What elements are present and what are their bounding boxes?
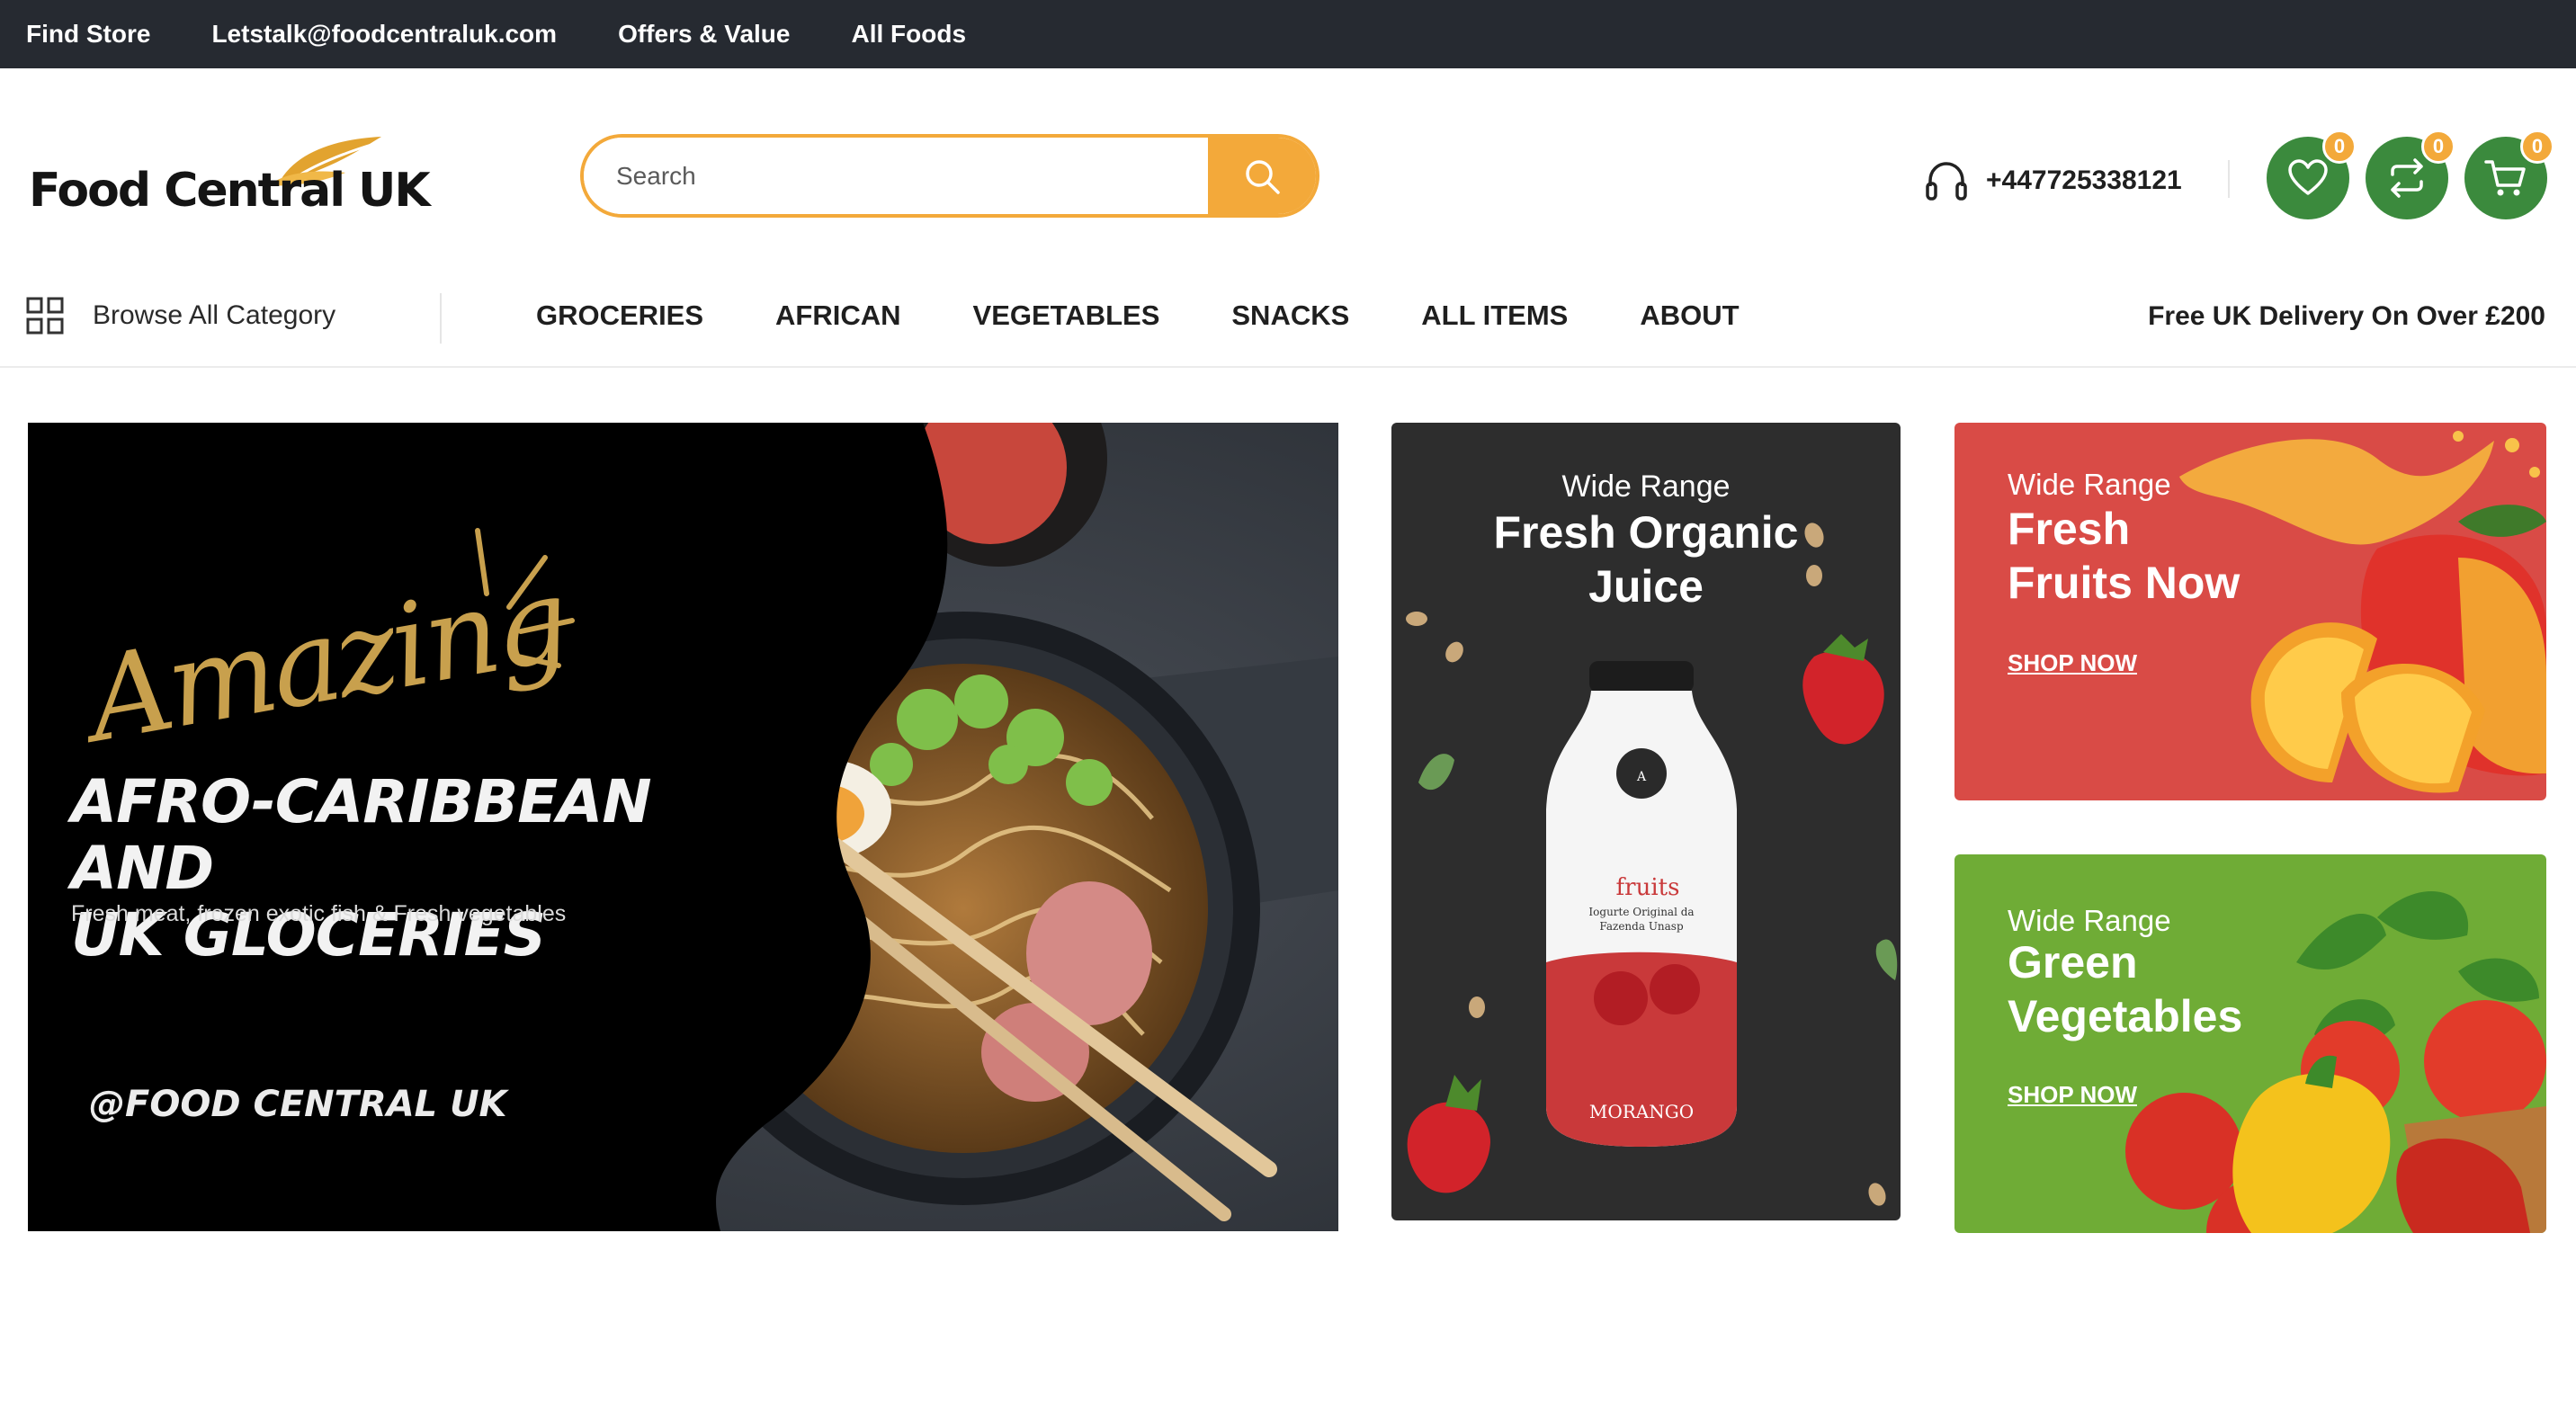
- fruits-title-line2: Fruits Now: [2008, 558, 2241, 608]
- nav-divider: [440, 293, 442, 344]
- compare-count-badge: 0: [2421, 130, 2455, 164]
- hero-handle: @FOOD CENTRAL UK: [89, 1084, 507, 1125]
- fresh-fruits-card[interactable]: Wide Range Fresh Fruits Now SHOP NOW: [1954, 423, 2546, 800]
- fruits-kicker: Wide Range: [2008, 468, 2171, 501]
- svg-text:A: A: [1636, 770, 1647, 784]
- headset-icon: [1926, 162, 1967, 201]
- find-store-link[interactable]: Find Store: [26, 20, 150, 49]
- hero-subtitle: Fresh meat, frozen exotic fish & Fresh v…: [71, 901, 567, 926]
- greens-shop-now-link[interactable]: SHOP NOW: [2008, 1081, 2137, 1109]
- email-link[interactable]: Letstalk@foodcentraluk.com: [211, 20, 557, 49]
- wishlist-count-badge: 0: [2322, 130, 2357, 164]
- greens-title-line1: Green: [2008, 937, 2138, 987]
- nav-vegetables[interactable]: VEGETABLES: [973, 299, 1160, 332]
- bottle-label: fruits: [1616, 874, 1680, 901]
- nav-snacks[interactable]: SNACKS: [1231, 299, 1349, 332]
- browse-label: Browse All Category: [93, 300, 336, 330]
- phone-contact[interactable]: +447725338121: [1923, 157, 2182, 204]
- search-bar: [580, 134, 1319, 218]
- greens-title: Green Vegetables: [2008, 935, 2242, 1043]
- svg-text:Fazenda Unasp: Fazenda Unasp: [1599, 920, 1684, 933]
- juice-title: Fresh Organic Juice: [1391, 505, 1901, 613]
- organic-juice-card[interactable]: A fruits Iogurte Original da Fazenda Una…: [1391, 423, 1901, 1220]
- search-input[interactable]: [584, 138, 1208, 214]
- compare-button[interactable]: 0: [2366, 130, 2455, 219]
- top-utility-bar: Find Store Letstalk@foodcentraluk.com Of…: [0, 0, 2576, 68]
- logo-text: Food Central UK: [29, 164, 431, 218]
- offers-value-link[interactable]: Offers & Value: [618, 20, 790, 49]
- green-vegetables-card[interactable]: Wide Range Green Vegetables SHOP NOW: [1954, 854, 2546, 1233]
- hero-banner[interactable]: Amazing AFRO-CARIBBEAN AND UK GLOCERIES …: [28, 423, 1338, 1231]
- fruits-title-line1: Fresh: [2008, 504, 2131, 554]
- browse-categories-button[interactable]: Browse All Category: [26, 297, 335, 335]
- cart-count-badge: 0: [2520, 130, 2554, 164]
- nav-groceries[interactable]: GROCERIES: [536, 299, 703, 332]
- fruits-shop-now-link[interactable]: SHOP NOW: [2008, 649, 2137, 677]
- greens-title-line2: Vegetables: [2008, 991, 2243, 1041]
- bottle-flavor: MORANGO: [1589, 1101, 1694, 1122]
- cart-icon: [2484, 160, 2526, 196]
- juice-title-line1: Fresh Organic: [1493, 507, 1799, 558]
- search-icon: [1246, 159, 1280, 194]
- svg-text:Iogurte Original da: Iogurte Original da: [1588, 906, 1694, 918]
- compare-icon: [2391, 158, 2423, 198]
- fruits-title: Fresh Fruits Now: [2008, 502, 2240, 610]
- site-logo[interactable]: Food Central UK: [29, 133, 443, 223]
- header-divider: [2228, 160, 2230, 198]
- heart-icon: [2288, 159, 2328, 195]
- header-bottom-border: [0, 366, 2576, 368]
- greens-kicker: Wide Range: [2008, 904, 2171, 937]
- cart-button[interactable]: 0: [2464, 130, 2554, 219]
- juice-title-line2: Juice: [1588, 561, 1704, 612]
- wishlist-button[interactable]: 0: [2267, 130, 2357, 219]
- free-delivery-notice: Free UK Delivery On Over £200: [2148, 301, 2545, 331]
- hero-title-line1: AFRO-CARIBBEAN AND: [71, 767, 652, 903]
- hero-title: AFRO-CARIBBEAN AND UK GLOCERIES: [71, 769, 701, 969]
- grid-icon: [26, 297, 64, 335]
- all-foods-link[interactable]: All Foods: [851, 20, 966, 49]
- nav-about[interactable]: ABOUT: [1640, 299, 1739, 332]
- nav-all-items[interactable]: ALL ITEMS: [1421, 299, 1568, 332]
- search-button[interactable]: [1208, 138, 1316, 214]
- juice-kicker: Wide Range: [1561, 469, 1731, 504]
- phone-number: +447725338121: [1986, 165, 2182, 195]
- nav-african[interactable]: AFRICAN: [775, 299, 901, 332]
- main-navigation: GROCERIES AFRICAN VEGETABLES SNACKS ALL …: [536, 299, 1811, 332]
